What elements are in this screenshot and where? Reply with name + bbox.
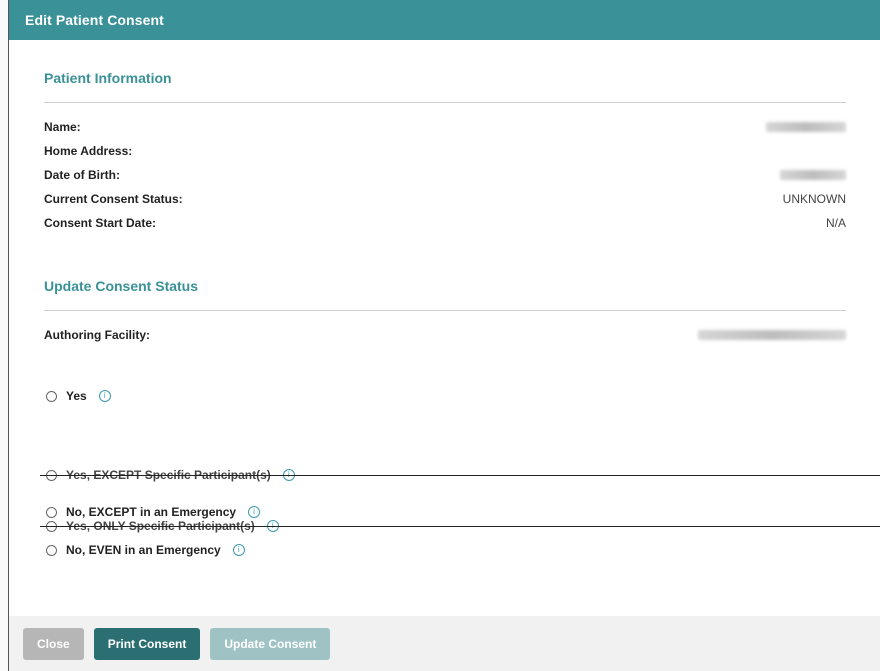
modal-header: Edit Patient Consent — [9, 0, 880, 40]
consent-option-yes-except-specific: Yes, EXCEPT Specific Participant(s) i — [40, 468, 880, 482]
field-label-home-address: Home Address: — [44, 144, 133, 158]
info-icon[interactable]: i — [232, 544, 245, 556]
section-title-update-consent: Update Consent Status — [44, 278, 199, 294]
field-row-home-address: Home Address: — [44, 139, 846, 163]
info-icon[interactable]: i — [98, 390, 111, 402]
info-icon[interactable]: i — [248, 506, 261, 518]
update-consent-section: Update Consent Status Authoring Facility… — [44, 278, 846, 347]
radio-icon[interactable] — [46, 544, 57, 556]
print-consent-button[interactable]: Print Consent — [93, 627, 201, 660]
edit-consent-modal: Edit Patient Consent Patient Information… — [9, 0, 880, 671]
consent-option-no-except-emergency[interactable]: No, EXCEPT in an Emergency i — [46, 505, 261, 519]
option-label-no-except-emergency: No, EXCEPT in an Emergency — [66, 505, 237, 519]
section-title-patient-information: Patient Information — [44, 70, 172, 86]
modal-title: Edit Patient Consent — [25, 12, 164, 28]
close-button[interactable]: Close — [23, 627, 84, 660]
field-value-consent-start-date: N/A — [825, 216, 846, 230]
redacted-dob-value — [780, 170, 846, 180]
field-value-current-consent-status: UNKNOWN — [782, 192, 846, 206]
consent-option-yes-only-specific: Yes, ONLY Specific Participant(s) i — [40, 519, 880, 533]
field-label-consent-start-date: Consent Start Date: — [44, 216, 157, 230]
field-row-current-consent-status: Current Consent Status: UNKNOWN — [44, 187, 846, 211]
section-divider — [44, 102, 846, 103]
redacted-facility-value — [698, 330, 846, 340]
field-label-authoring-facility: Authoring Facility: — [44, 328, 150, 342]
field-row-name: Name: — [44, 115, 846, 139]
field-row-consent-start-date: Consent Start Date: N/A — [44, 211, 846, 235]
field-label-date-of-birth: Date of Birth: — [44, 168, 120, 182]
modal-footer: Close Print Consent Update Consent — [9, 616, 880, 671]
redacted-name-value — [766, 122, 846, 132]
field-row-authoring-facility: Authoring Facility: — [44, 323, 846, 347]
section-divider — [44, 310, 846, 311]
option-label-yes: Yes — [66, 389, 87, 403]
patient-information-section: Patient Information Name: Home Address: … — [44, 70, 846, 235]
consent-option-yes[interactable]: Yes i — [46, 389, 111, 403]
consent-option-no-even-emergency[interactable]: No, EVEN in an Emergency i — [46, 543, 245, 557]
radio-icon[interactable] — [46, 390, 57, 402]
strikethrough-line — [40, 526, 880, 527]
field-row-date-of-birth: Date of Birth: — [44, 163, 846, 187]
strikethrough-line — [40, 475, 880, 476]
field-label-name: Name: — [44, 120, 81, 134]
radio-icon[interactable] — [46, 506, 57, 518]
page-left-edge — [0, 0, 9, 671]
update-consent-button[interactable]: Update Consent — [210, 627, 331, 660]
option-label-no-even-emergency: No, EVEN in an Emergency — [66, 543, 221, 557]
field-label-current-consent-status: Current Consent Status: — [44, 192, 183, 206]
